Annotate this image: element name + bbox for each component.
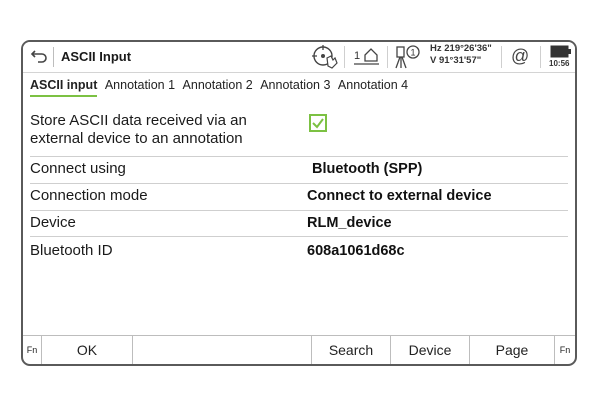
device-select[interactable]: RLM_device xyxy=(307,215,392,231)
fn-right-button[interactable]: Fn xyxy=(555,336,575,364)
tripod-icon: 1 xyxy=(395,45,420,69)
store-ascii-row: Store ASCII data received via an externa… xyxy=(30,106,568,157)
device-button[interactable]: Device xyxy=(391,336,469,364)
fn-left-button[interactable]: Fn xyxy=(23,336,41,364)
device-row[interactable]: Device RLM_device xyxy=(30,210,568,237)
tab-annotation-4[interactable]: Annotation 4 xyxy=(338,78,408,92)
page-button[interactable]: Page xyxy=(470,336,554,364)
status-divider xyxy=(344,46,345,68)
hz-readout: Hz 219°26'36" xyxy=(430,43,492,54)
connect-using-row[interactable]: Connect using Bluetooth (SPP) xyxy=(30,156,568,184)
back-button[interactable] xyxy=(27,46,49,68)
back-arrow-icon xyxy=(30,50,47,63)
empty-softkey[interactable] xyxy=(133,336,311,364)
tab-annotation-2[interactable]: Annotation 2 xyxy=(183,78,253,92)
title-bar: ASCII Input 1 1 Hz 219°26'36" V 91°31'57… xyxy=(23,42,575,73)
home-level-icon: 1 xyxy=(354,48,379,65)
status-divider xyxy=(501,46,502,68)
instrument-status[interactable]: 1 xyxy=(393,44,425,75)
clock: 10:56 xyxy=(549,59,570,68)
svg-text:1: 1 xyxy=(354,50,360,62)
store-ascii-checkbox[interactable] xyxy=(309,114,327,132)
connection-mode-select[interactable]: Connect to external device xyxy=(307,188,492,204)
checkmark-icon xyxy=(312,118,324,129)
bluetooth-id-row: Bluetooth ID 608a1061d68c xyxy=(30,236,568,266)
tab-annotation-1[interactable]: Annotation 1 xyxy=(105,78,175,92)
connection-mode-label: Connection mode xyxy=(30,187,148,204)
connect-using-select[interactable]: Bluetooth (SPP) xyxy=(312,161,422,177)
ok-button[interactable]: OK xyxy=(42,336,132,364)
device-label: Device xyxy=(30,214,76,231)
tab-annotation-3[interactable]: Annotation 3 xyxy=(260,78,330,92)
level-status[interactable]: 1 xyxy=(353,44,383,75)
softkey-bar: Fn OK Search Device Page Fn xyxy=(23,335,575,364)
page-title: ASCII Input xyxy=(61,49,132,64)
tab-ascii-input[interactable]: ASCII input xyxy=(30,78,98,97)
device-screen: ASCII Input 1 1 Hz 219°26'36" V 91°31'57… xyxy=(21,40,577,366)
status-divider xyxy=(540,46,541,68)
status-divider xyxy=(387,46,388,68)
svg-text:1: 1 xyxy=(411,48,416,58)
title-divider xyxy=(53,47,54,67)
at-icon[interactable]: @ xyxy=(511,46,529,67)
tab-bar: ASCII input Annotation 1 Annotation 2 An… xyxy=(30,78,412,97)
angle-readout: Hz 219°26'36" V 91°31'57" xyxy=(430,43,492,67)
connection-mode-row[interactable]: Connection mode Connect to external devi… xyxy=(30,183,568,211)
connect-using-label: Connect using xyxy=(30,160,126,177)
target-status[interactable] xyxy=(311,44,339,75)
v-readout: V 91°31'57" xyxy=(430,55,482,66)
store-ascii-label: Store ASCII data received via an externa… xyxy=(30,112,247,147)
search-button[interactable]: Search xyxy=(312,336,390,364)
bluetooth-id-value: 608a1061d68c xyxy=(307,243,405,259)
bluetooth-id-label: Bluetooth ID xyxy=(30,242,113,259)
target-hand-icon xyxy=(312,45,338,69)
